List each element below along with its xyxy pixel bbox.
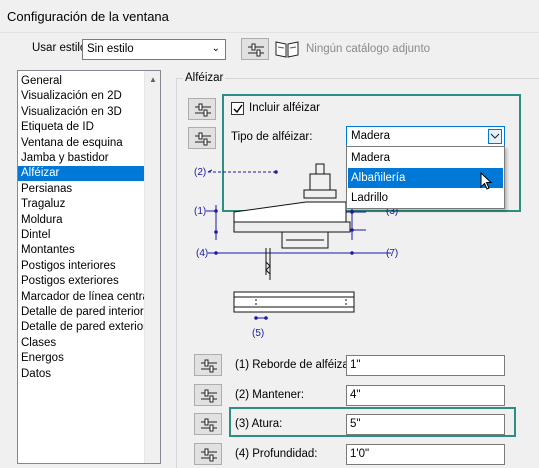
field-label: (2) Mantener:: [235, 389, 305, 401]
title-bar: Configuración de la ventana: [0, 0, 539, 33]
category-item[interactable]: Datos: [18, 367, 144, 382]
dim-label-4: (4): [196, 248, 208, 259]
use-style-label: Usar estilo:: [32, 42, 90, 54]
highlight-frame-height: [229, 407, 516, 437]
dim-label-2: (2): [194, 167, 206, 178]
include-sill-label: Incluir alféizar: [249, 102, 320, 114]
settings-sliders-icon: [195, 103, 211, 117]
category-item[interactable]: Visualización en 2D: [18, 89, 144, 104]
category-item[interactable]: Alféizar: [18, 166, 144, 182]
category-item[interactable]: Marcador de línea central: [18, 290, 144, 305]
include-sill-settings-button[interactable]: [188, 98, 216, 120]
group-title: Alféizar: [183, 72, 226, 84]
sill-type-label: Tipo de alféizar:: [231, 131, 313, 143]
sill-type-value: Madera: [351, 130, 390, 142]
chevron-down-icon: ⌄: [211, 43, 220, 54]
category-item[interactable]: Jamba y bastidor: [18, 151, 144, 166]
category-item[interactable]: Postigos interiores: [18, 259, 144, 274]
field-input[interactable]: 4": [346, 385, 505, 406]
category-list[interactable]: ▲ General Visualización en 2D Visualizació…: [17, 70, 161, 464]
sill-type-select[interactable]: Madera: [346, 126, 505, 147]
field-input[interactable]: 1": [346, 355, 505, 376]
category-item[interactable]: General: [18, 74, 144, 89]
field-settings-button[interactable]: [194, 354, 222, 376]
settings-sliders-icon: [201, 389, 217, 403]
field-label: (1) Reborde de alféizar:: [235, 359, 356, 371]
style-select-value: Sin estilo: [87, 43, 134, 55]
category-item[interactable]: Detalle de pared interior: [18, 305, 144, 320]
settings-sliders-icon: [201, 448, 217, 462]
field-label: (4) Profundidad:: [235, 448, 318, 460]
list-scrollbar[interactable]: ▲: [144, 71, 160, 463]
category-item[interactable]: Etiqueta de ID: [18, 120, 144, 135]
sill-type-settings-button[interactable]: [188, 127, 216, 149]
field-settings-button[interactable]: [194, 384, 222, 406]
category-item[interactable]: Energos: [18, 351, 144, 366]
field-input[interactable]: 1'0": [346, 444, 505, 465]
book-icon: [275, 41, 299, 58]
style-select[interactable]: Sin estilo ⌄: [82, 39, 226, 60]
dim-label-1: (1): [194, 206, 206, 217]
category-item[interactable]: Visualización en 3D: [18, 105, 144, 120]
category-item[interactable]: Clases: [18, 336, 144, 351]
category-item[interactable]: Persianas: [18, 182, 144, 197]
mouse-cursor-icon: [480, 172, 493, 190]
catalog-status: Ningún catálogo adjunto: [306, 43, 431, 55]
category-item[interactable]: Detalle de pared exterior: [18, 320, 144, 335]
category-item[interactable]: Dintel: [18, 228, 144, 243]
settings-sliders-icon: [248, 43, 264, 57]
include-sill-checkbox[interactable]: [231, 102, 244, 115]
category-item[interactable]: Montantes: [18, 243, 144, 258]
field-settings-button[interactable]: [194, 413, 222, 435]
category-item[interactable]: Postigos exteriores: [18, 274, 144, 289]
chevron-down-icon: [488, 129, 502, 144]
window-title: Configuración de la ventana: [7, 9, 169, 24]
catalog-button[interactable]: [274, 38, 300, 60]
style-settings-button[interactable]: [241, 38, 269, 60]
checkmark-icon: [233, 104, 243, 114]
sill-type-option[interactable]: Madera: [348, 148, 503, 168]
settings-sliders-icon: [201, 359, 217, 373]
category-item[interactable]: Moldura: [18, 213, 144, 228]
field-settings-button[interactable]: [194, 443, 222, 465]
scroll-up-icon[interactable]: ▲: [149, 75, 157, 84]
category-item[interactable]: Ventana de esquina: [18, 136, 144, 151]
settings-sliders-icon: [195, 132, 211, 146]
dim-label-5: (5): [252, 328, 264, 339]
category-item[interactable]: Tragaluz: [18, 197, 144, 212]
dim-label-7: (7): [386, 248, 398, 259]
settings-sliders-icon: [201, 418, 217, 432]
